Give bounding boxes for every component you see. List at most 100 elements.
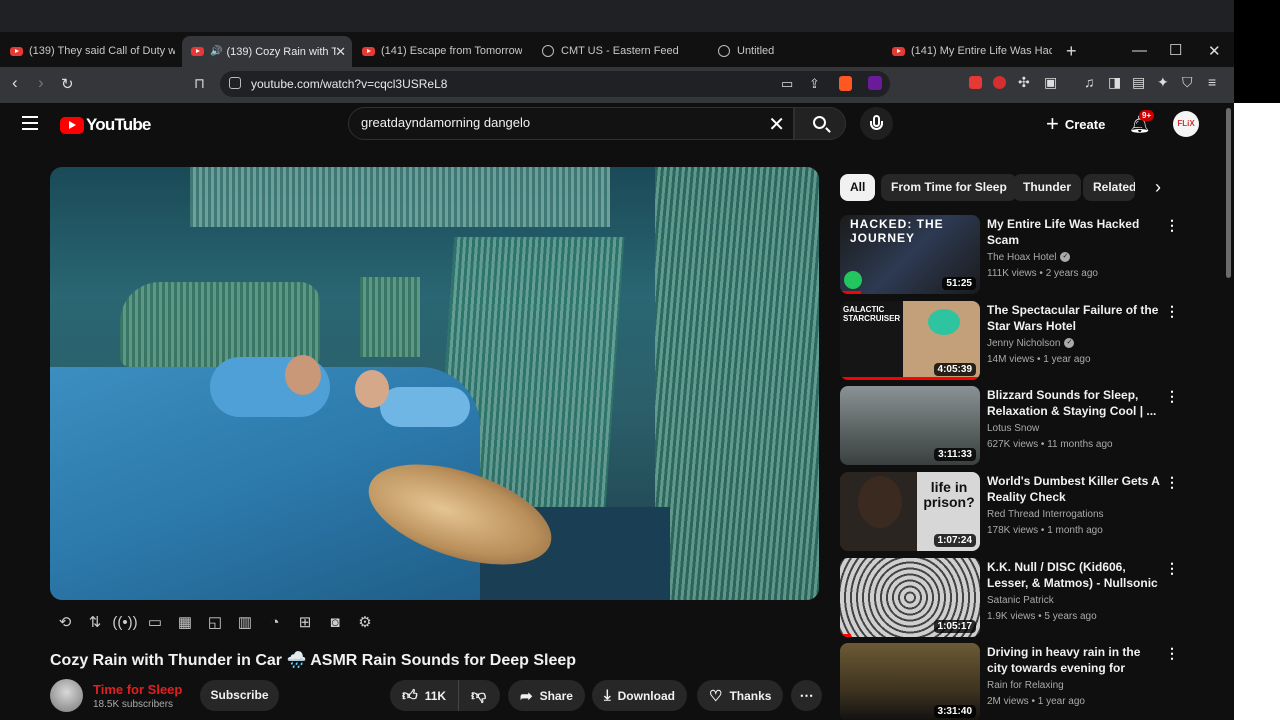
recommendation-title[interactable]: Blizzard Sounds for Sleep, Relaxation & … — [987, 387, 1162, 419]
cinema-icon[interactable]: ▭ — [140, 613, 170, 631]
chip-related[interactable]: Related — [1083, 174, 1135, 201]
recommendation-item[interactable]: 3:31:40 Driving in heavy rain in the cit… — [840, 643, 1180, 720]
watch-progress-bar — [840, 291, 861, 294]
voice-search-button[interactable] — [860, 107, 893, 140]
bookmark-icon[interactable]: ⊓ — [194, 75, 205, 92]
brave-rewards-icon[interactable] — [868, 76, 882, 90]
sidebar-icon[interactable]: ◨ — [1108, 74, 1121, 91]
resize-icon[interactable]: ◱ — [200, 613, 230, 631]
video-player[interactable] — [50, 167, 819, 600]
channel-name-text: The Hoax Hotel — [987, 252, 1057, 263]
browser-tab[interactable]: (141) Escape from Tomorrow is — [362, 38, 522, 64]
maximize-button[interactable]: ☐ — [1169, 41, 1182, 59]
vpn-icon[interactable]: ⛉ — [1182, 74, 1193, 91]
sort-icon[interactable]: ⇅ — [80, 613, 110, 631]
puzzle-extensions-icon[interactable]: ✣ — [1018, 74, 1030, 91]
more-options-icon[interactable]: ⋮ — [1165, 474, 1179, 491]
cast-icon[interactable]: ▭ — [781, 76, 793, 92]
thanks-icon: ♡ — [709, 687, 723, 705]
wallet-icon[interactable]: ▤ — [1132, 74, 1145, 91]
browser-tab[interactable]: (141) My Entire Life Was Hack — [892, 38, 1052, 64]
search-input[interactable] — [361, 115, 761, 130]
browser-tab[interactable]: CMT US - Eastern Feed — [542, 38, 707, 64]
brave-shield-icon[interactable] — [839, 76, 852, 91]
close-window-button[interactable]: ✕ — [1208, 42, 1221, 60]
video-thumbnail[interactable]: GALACTIC STARCRUISER 4:05:39 — [840, 301, 980, 380]
extension-icon[interactable] — [969, 76, 982, 89]
browser-tab[interactable]: (139) They said Call of Duty w — [10, 38, 175, 64]
speed-icon[interactable]: ◔ — [260, 614, 290, 631]
recommendation-title[interactable]: My Entire Life Was Hacked Scam — [987, 216, 1162, 248]
leo-ai-icon[interactable]: ✦ — [1157, 74, 1169, 91]
thumbnail-text: HACKED: THE JOURNEY — [850, 217, 944, 245]
settings-gear-icon[interactable]: ⚙ — [350, 613, 380, 631]
screenshot-icon[interactable]: ◙ — [320, 614, 350, 631]
tab-search-icon[interactable]: ▣ — [1044, 74, 1057, 91]
audio-icon[interactable]: ((•)) — [110, 614, 140, 631]
like-button[interactable]: 👍︎ 11K — [390, 680, 461, 711]
minimize-button[interactable]: — — [1132, 42, 1147, 59]
close-tab-icon[interactable]: ✕ — [335, 44, 346, 60]
share-icon[interactable]: ⇪ — [809, 76, 820, 92]
recommendation-item[interactable]: GALACTIC STARCRUISER 4:05:39 The Spectac… — [840, 301, 1180, 381]
recommendation-title[interactable]: Driving in heavy rain in the city toward… — [987, 644, 1162, 677]
recommendation-meta: 178K views • 1 month ago — [987, 525, 1103, 536]
subscribe-button[interactable]: Subscribe — [200, 680, 279, 711]
address-bar[interactable]: youtube.com/watch?v=cqcl3USReL8 ▭ ⇪ — [220, 71, 890, 97]
recommendation-title[interactable]: World's Dumbest Killer Gets A Reality Ch… — [987, 473, 1162, 505]
youtube-logo[interactable]: YouTube — [60, 115, 151, 135]
duration-badge: 4:05:39 — [933, 363, 976, 376]
new-tab-button[interactable]: + — [1066, 41, 1077, 62]
chip-thunder[interactable]: Thunder — [1013, 174, 1081, 201]
adblock-icon[interactable] — [993, 76, 1006, 89]
dislike-button[interactable]: 👎︎ — [458, 680, 500, 711]
browser-tab-active[interactable]: 🔊 (139) Cozy Rain with Th ✕ — [182, 36, 352, 67]
reload-icon[interactable]: ↻ — [61, 75, 74, 93]
search-box[interactable]: ✕ — [348, 107, 794, 140]
add-screen-icon[interactable]: ⊞ — [290, 613, 320, 631]
chevron-right-icon[interactable]: › — [1145, 174, 1171, 201]
recommendation-item[interactable]: HACKED: THE JOURNEY 51:25 My Entire Life… — [840, 215, 1180, 295]
recommendation-item[interactable]: 1:05:17 K.K. Null / DISC (Kid606, Lesser… — [840, 558, 1180, 638]
page-scrollbar[interactable] — [1224, 103, 1234, 720]
search-button[interactable] — [794, 107, 846, 140]
site-info-icon[interactable] — [229, 77, 241, 89]
video-thumbnail[interactable]: HACKED: THE JOURNEY 51:25 — [840, 215, 980, 294]
loop-icon[interactable]: ⟲ — [50, 613, 80, 631]
recommendation-item[interactable]: life in prison? 1:07:24 World's Dumbest … — [840, 472, 1180, 552]
duration-badge: 1:05:17 — [933, 620, 976, 633]
frames-icon[interactable]: ▥ — [230, 613, 260, 631]
clear-search-icon[interactable]: ✕ — [768, 112, 785, 137]
channel-avatar[interactable] — [50, 679, 83, 712]
download-button[interactable]: ⤓ Download — [592, 680, 687, 711]
scrollbar-thumb[interactable] — [1226, 108, 1231, 278]
share-button[interactable]: ➦ Share — [508, 680, 585, 711]
guide-menu-icon[interactable] — [22, 116, 38, 130]
video-thumbnail[interactable]: 1:05:17 — [840, 558, 980, 637]
recommendation-title[interactable]: The Spectacular Failure of the Star Wars… — [987, 302, 1162, 334]
video-thumbnail[interactable]: 3:11:33 — [840, 386, 980, 465]
more-actions-button[interactable]: ⋯ — [791, 680, 822, 711]
more-options-icon[interactable]: ⋮ — [1165, 217, 1179, 234]
recommendation-channel: Satanic Patrick — [987, 595, 1054, 606]
media-control-icon[interactable]: ♫ — [1084, 74, 1095, 90]
chip-from-channel[interactable]: From Time for Sleep — [881, 174, 1017, 201]
account-avatar[interactable]: FLiX — [1173, 111, 1199, 137]
more-options-icon[interactable]: ⋮ — [1165, 645, 1179, 662]
browser-tab[interactable]: Untitled — [718, 38, 883, 64]
create-button[interactable]: + Create — [1034, 107, 1117, 141]
menu-icon[interactable]: ≡ — [1208, 74, 1216, 90]
clapper-icon[interactable]: ▦ — [170, 613, 200, 631]
more-options-icon[interactable]: ⋮ — [1165, 560, 1179, 577]
forward-icon[interactable]: › — [38, 73, 44, 93]
channel-name[interactable]: Time for Sleep — [93, 682, 182, 697]
video-thumbnail[interactable]: life in prison? 1:07:24 — [840, 472, 980, 551]
chip-all[interactable]: All — [840, 174, 876, 201]
more-options-icon[interactable]: ⋮ — [1165, 303, 1179, 320]
recommendation-title[interactable]: K.K. Null / DISC (Kid606, Lesser, & Matm… — [987, 559, 1162, 592]
more-options-icon[interactable]: ⋮ — [1165, 388, 1179, 405]
back-icon[interactable]: ‹ — [12, 73, 18, 93]
thanks-button[interactable]: ♡ Thanks — [697, 680, 784, 711]
video-thumbnail[interactable]: 3:31:40 — [840, 643, 980, 720]
recommendation-item[interactable]: 3:11:33 Blizzard Sounds for Sleep, Relax… — [840, 386, 1180, 466]
